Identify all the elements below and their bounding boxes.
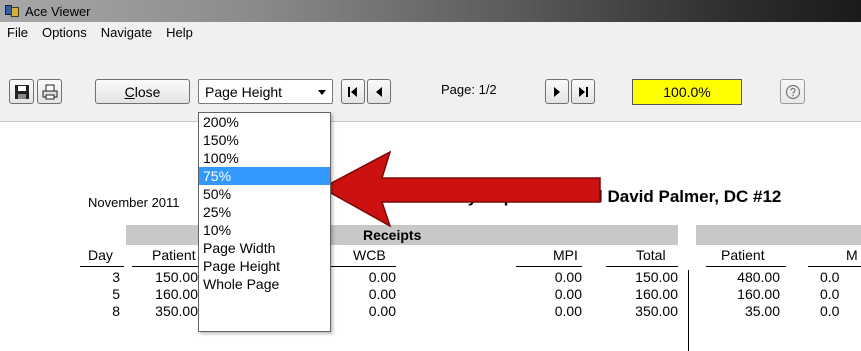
- printer-icon: [42, 84, 57, 99]
- menu-file[interactable]: File: [0, 25, 35, 40]
- zoom-option-75[interactable]: 75%: [199, 167, 330, 185]
- menu-help[interactable]: Help: [159, 25, 200, 40]
- cell-wcb: 0.00: [368, 286, 396, 302]
- page-indicator: Page: 1/2: [441, 82, 497, 97]
- chevron-down-icon: [318, 90, 326, 95]
- col-header-patient: Patient: [152, 247, 196, 263]
- cell-patient: 150.00: [155, 269, 198, 285]
- close-button[interactable]: Close: [95, 79, 190, 104]
- first-page-icon: [348, 86, 357, 97]
- cell-m: 0.0: [820, 303, 840, 319]
- previous-page-icon: [376, 86, 382, 97]
- cell-total: 350.00: [635, 303, 678, 319]
- cell-m: 0.0: [820, 286, 840, 302]
- first-page-button[interactable]: [341, 79, 365, 104]
- col-header-wcb: WCB: [353, 247, 386, 263]
- cell-total: 150.00: [635, 269, 678, 285]
- zoom-select[interactable]: Page Height: [198, 79, 333, 104]
- close-button-label: lose: [134, 83, 161, 100]
- zoom-option-100[interactable]: 100%: [199, 149, 330, 167]
- last-page-icon: [579, 86, 588, 97]
- title-bar: Ace Viewer: [0, 0, 861, 22]
- cell-patient-2: 480.00: [737, 269, 780, 285]
- zoom-option-150[interactable]: 150%: [199, 131, 330, 149]
- cell-total: 160.00: [635, 286, 678, 302]
- zoom-option-page-height[interactable]: Page Height: [199, 257, 330, 275]
- col-header-total: Total: [636, 247, 666, 263]
- cell-day: 3: [112, 269, 120, 285]
- menu-options[interactable]: Options: [35, 25, 94, 40]
- cell-wcb: 0.00: [368, 269, 396, 285]
- zoom-dropdown-list: 200% 150% 100% 75% 50% 25% 10% Page Widt…: [198, 112, 331, 332]
- cell-day: 8: [112, 303, 120, 319]
- menu-bar: File Options Navigate Help: [0, 22, 861, 43]
- col-header-mpi: MPI: [553, 247, 578, 263]
- zoom-option-whole-page[interactable]: Whole Page: [199, 275, 330, 293]
- cell-patient-2: 160.00: [737, 286, 780, 302]
- zoom-option-10[interactable]: 10%: [199, 221, 330, 239]
- zoom-option-page-width[interactable]: Page Width: [199, 239, 330, 257]
- toolbar: Close Page Height Page: 1/2 100.0%: [0, 43, 861, 121]
- cell-patient: 160.00: [155, 286, 198, 302]
- next-page-icon: [554, 86, 560, 97]
- help-icon: [785, 84, 800, 99]
- save-button[interactable]: [9, 79, 34, 104]
- col-header-day: Day: [88, 247, 113, 263]
- cell-mpi: 0.00: [554, 269, 582, 285]
- ace-viewer-app-icon[interactable]: [4, 3, 20, 19]
- cell-day: 5: [112, 286, 120, 302]
- cell-m: 0.0: [820, 269, 840, 285]
- zoom-select-value: Page Height: [205, 83, 283, 100]
- cell-patient: 350.00: [155, 303, 198, 319]
- zoom-option-200[interactable]: 200%: [199, 113, 330, 131]
- annotation-arrow-icon: [320, 150, 601, 228]
- previous-page-button[interactable]: [367, 79, 391, 104]
- window-title: Ace Viewer: [25, 3, 91, 19]
- floppy-disk-icon: [14, 84, 29, 99]
- zoom-option-50[interactable]: 50%: [199, 185, 330, 203]
- close-button-mnemonic: C: [124, 83, 135, 100]
- zoom-level-value: 100.0%: [663, 84, 711, 100]
- menu-navigate[interactable]: Navigate: [94, 25, 159, 40]
- zoom-level-display: 100.0%: [632, 79, 742, 105]
- last-page-button[interactable]: [571, 79, 595, 104]
- column-divider: [688, 270, 689, 351]
- print-button[interactable]: [37, 79, 62, 104]
- help-button[interactable]: [780, 79, 805, 104]
- zoom-option-25[interactable]: 25%: [199, 203, 330, 221]
- col-header-patient-2: Patient: [721, 247, 765, 263]
- col-header-m: M: [846, 247, 858, 263]
- next-page-button[interactable]: [545, 79, 569, 104]
- cell-mpi: 0.00: [554, 303, 582, 319]
- cell-wcb: 0.00: [368, 303, 396, 319]
- cell-patient-2: 35.00: [744, 303, 780, 319]
- second-header-band: [696, 225, 861, 245]
- report-date: November 2011: [88, 195, 180, 210]
- cell-mpi: 0.00: [554, 286, 582, 302]
